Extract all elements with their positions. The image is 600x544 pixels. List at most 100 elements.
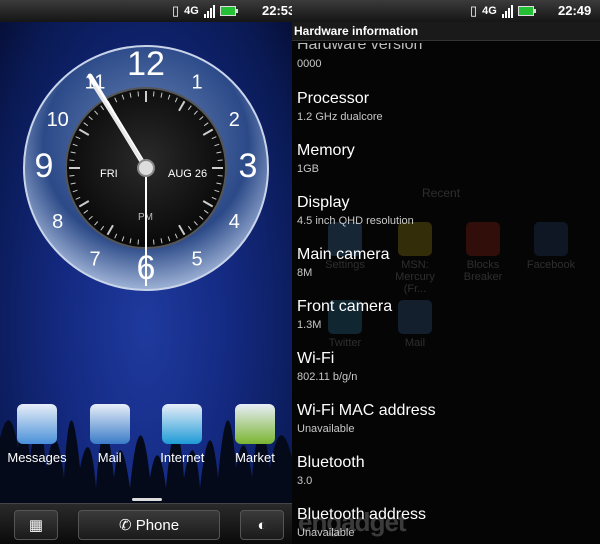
ghost-app-label: MSN: Mercury (Fr... [395, 259, 435, 295]
clock-numeral: 5 [191, 248, 202, 270]
signal-icon [501, 4, 513, 18]
ghost-app: Blocks Breaker [452, 222, 514, 283]
list-item[interactable]: Front camera 1.3M [297, 298, 392, 331]
phone-icon: ✆ [118, 517, 132, 534]
ghost-app-label: Twitter [328, 337, 362, 349]
clock-numeral: 12 [127, 45, 165, 83]
app-shortcuts: Messages Mail Internet Market [0, 404, 292, 465]
personalize-icon: ◐ [257, 516, 267, 534]
clock-tick [153, 91, 155, 97]
list-item-title: Wi-Fi MAC address [297, 402, 436, 419]
list-item[interactable]: Bluetooth 3.0 [297, 454, 365, 487]
page-title: Hardware information [292, 22, 600, 41]
phone-label: Phone [135, 516, 180, 534]
vibrate-icon: ▯ [172, 3, 180, 18]
battery-icon [219, 6, 238, 16]
clock-center [137, 159, 155, 177]
market-icon [234, 404, 275, 444]
status-time: 22:49 [558, 3, 592, 18]
all-apps-button[interactable]: ▦ [14, 510, 58, 540]
home-screen: ▯ 4G 22:53 121234567891011 [0, 0, 292, 544]
dock-bar: ▦ ✆ Phone ◐ [0, 498, 292, 544]
app-shortcut[interactable]: Internet [149, 404, 215, 465]
clock-tick [217, 159, 223, 161]
facebook-icon [534, 222, 568, 256]
list-item-value: 1.3M [297, 319, 322, 331]
grid-icon: ▦ [28, 517, 44, 534]
drawer-handle[interactable] [132, 498, 162, 501]
hardware-info-screen: ▯ 4G 22:49 Recent Settings MSN: Mercury (… [292, 0, 600, 544]
clock-tick [153, 239, 155, 245]
list-item-value: Unavailable [297, 423, 355, 435]
clock-tick [217, 175, 223, 177]
globe-icon [162, 404, 203, 444]
app-shortcut[interactable]: Market [222, 404, 288, 465]
messages-icon [17, 404, 57, 444]
ghost-app-label: Mail [404, 337, 426, 349]
list-item[interactable]: Wi-Fi MAC address Unavailable [297, 402, 436, 435]
clock-face: 121234567891011 FRI AUG 26 PM [23, 45, 269, 291]
clock-numeral: 1 [191, 72, 202, 94]
list-item-title: Processor [297, 90, 370, 107]
list-item-title: Bluetooth [297, 454, 365, 471]
status-icons: ▯ 4G [172, 3, 238, 19]
ghost-app: MSN: Mercury (Fr... [384, 222, 446, 295]
status-bar[interactable]: ▯ 4G 22:49 [292, 0, 600, 22]
list-item-title: Display [297, 194, 350, 211]
clock-tick [137, 91, 139, 97]
list-item[interactable]: Processor 1.2 GHz dualcore [297, 90, 383, 123]
list-item[interactable]: Main camera 8M [297, 246, 389, 279]
mail-icon [89, 404, 130, 444]
network-type: 4G [184, 5, 199, 17]
list-item[interactable]: Wi-Fi 802.11 b/g/n [297, 350, 357, 383]
ghost-app-label: Blocks Breaker [463, 259, 503, 283]
clock-numeral: 3 [239, 147, 258, 185]
app-shortcut[interactable]: Mail [77, 404, 143, 465]
list-item-value: 4.5 inch QHD resolution [297, 215, 414, 227]
clock-numeral: 9 [35, 147, 54, 185]
clock-numeral: 10 [47, 109, 69, 131]
personalize-button[interactable]: ◐ [240, 510, 284, 540]
ghost-app: Mail [384, 300, 446, 349]
clock-numeral: 7 [89, 248, 100, 270]
signal-icon [203, 4, 215, 18]
app-label: Internet [160, 450, 205, 465]
clock-tick [69, 175, 75, 177]
list-item-title: Wi-Fi [297, 350, 335, 367]
app-shortcut[interactable]: Messages [4, 404, 70, 465]
clock-numeral: 8 [52, 211, 63, 233]
ghost-recent-label: Recent [422, 186, 461, 200]
app-label: Market [235, 450, 275, 465]
list-item[interactable]: Display 4.5 inch QHD resolution [297, 194, 414, 227]
phone-button[interactable]: ✆ Phone [78, 510, 220, 540]
app-label: Mail [97, 450, 122, 465]
app-label: Messages [7, 450, 67, 465]
clock-numeral: 2 [229, 109, 240, 131]
list-item-hardware-version-value: 0000 [297, 58, 322, 70]
clock-day: FRI [100, 168, 118, 180]
clock-numeral: 4 [229, 211, 240, 233]
status-time: 22:53 [262, 3, 292, 18]
list-item-value: 1.2 GHz dualcore [297, 111, 383, 123]
blocks-icon [466, 222, 500, 256]
list-item-value: 802.11 b/g/n [297, 371, 358, 383]
list-item-value: 3.0 [297, 475, 313, 487]
clock-tick [137, 239, 139, 245]
analog-clock-widget[interactable]: 121234567891011 FRI AUG 26 PM [22, 44, 270, 292]
status-icons: ▯ 4G [470, 3, 536, 19]
list-item-value: 8M [297, 267, 313, 279]
network-type: 4G [482, 5, 497, 17]
list-item-title: Main camera [297, 246, 390, 263]
list-item-value: 1GB [297, 163, 320, 175]
clock-date: AUG 26 [168, 168, 207, 180]
msn-icon [398, 222, 432, 256]
list-item[interactable]: Memory 1GB [297, 142, 355, 175]
clock-tick [69, 159, 75, 161]
ghost-app: Facebook [520, 222, 582, 271]
ghost-app-label: Facebook [526, 259, 576, 271]
mail-icon [398, 300, 432, 334]
vibrate-icon: ▯ [470, 3, 478, 18]
battery-icon [517, 6, 536, 16]
list-item-title: Memory [297, 142, 355, 159]
status-bar[interactable]: ▯ 4G 22:53 [0, 0, 292, 22]
